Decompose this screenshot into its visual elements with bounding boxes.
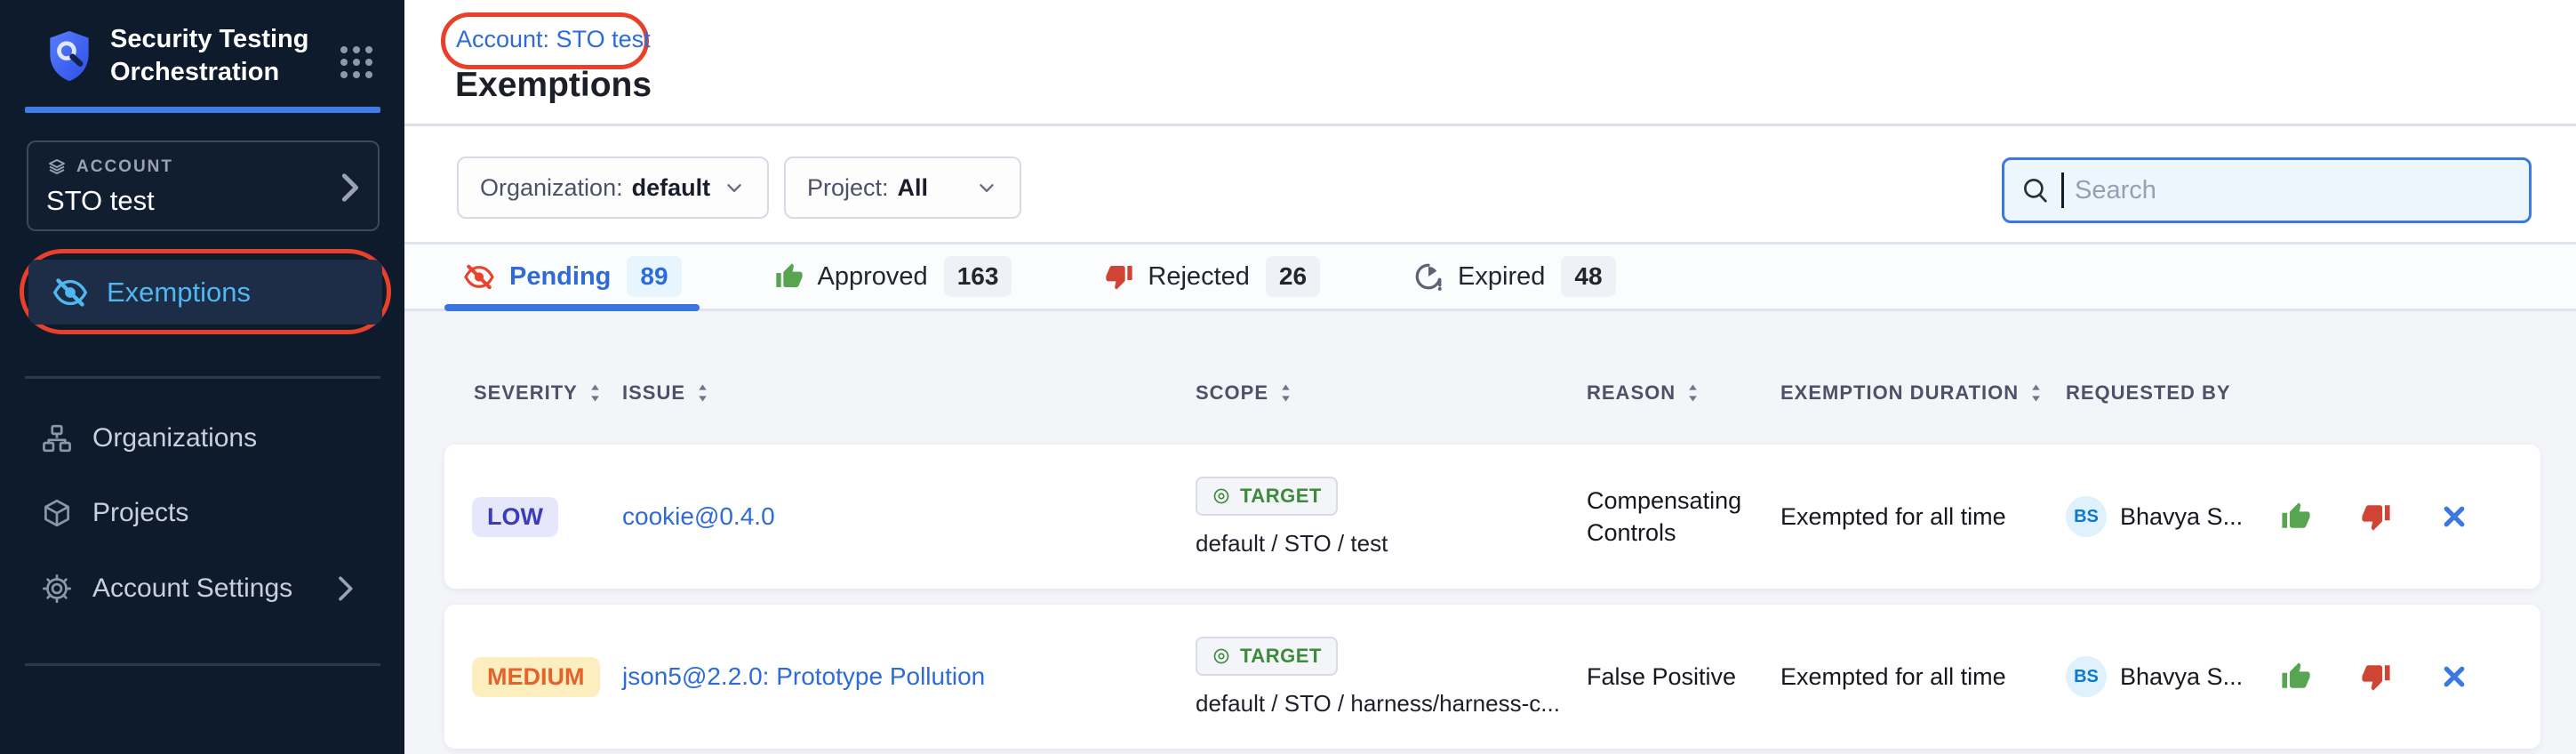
tab-label: Rejected: [1148, 262, 1249, 292]
avatar: BS: [2066, 496, 2107, 537]
column-header-exemption-duration: EXEMPTION DURATION: [1780, 381, 2019, 405]
active-tab-underline: [444, 304, 700, 311]
severity-badge: MEDIUM: [472, 657, 600, 697]
sidebar: Security Testing Orchestration ACCOUNT S…: [0, 0, 404, 754]
sidebar-item-exemptions[interactable]: Exemptions: [28, 260, 382, 325]
sidebar-item-label: Account Settings: [92, 574, 292, 604]
sidebar-divider-top: [25, 376, 380, 379]
scope-type-label: TARGET: [1240, 485, 1322, 508]
sort-icon[interactable]: [1279, 382, 1292, 404]
search-input[interactable]: [2075, 176, 2484, 205]
tab-count-badge: 89: [627, 256, 681, 297]
organization-dropdown-label: Organization:: [480, 174, 623, 202]
search-box[interactable]: [2002, 157, 2532, 223]
organization-dropdown-value: default: [632, 174, 711, 202]
chevron-down-icon: [975, 176, 998, 199]
scope-path: default / STO / harness/harness-c...: [1196, 690, 1560, 718]
column-header-reason: REASON: [1587, 381, 1676, 405]
approve-thumb-up-icon[interactable]: [2281, 662, 2311, 692]
sidebar-item-label: Organizations: [92, 423, 257, 453]
project-dropdown-label: Project:: [807, 174, 889, 202]
eye-slash-icon: [52, 276, 89, 309]
table-row[interactable]: MEDIUM json5@2.2.0: Prototype Pollution …: [444, 605, 2540, 749]
approve-thumb-up-icon[interactable]: [2281, 501, 2311, 532]
gear-icon: [41, 573, 73, 605]
column-header-severity: SEVERITY: [474, 381, 578, 405]
app-logo: Security Testing Orchestration: [46, 23, 324, 89]
column-header-requested-by: REQUESTED BY: [2066, 381, 2231, 405]
scope-path: default / STO / test: [1196, 530, 1388, 557]
table-header-row: SEVERITY ISSUE SCOPE REASON: [444, 375, 2540, 411]
logo-underline: [25, 107, 380, 113]
sort-icon[interactable]: [588, 382, 602, 404]
module-grid-icon[interactable]: [340, 46, 372, 78]
header-divider: [404, 124, 2576, 126]
severity-badge: LOW: [472, 497, 558, 537]
scope-type-label: TARGET: [1240, 645, 1322, 668]
cancel-x-icon[interactable]: [2441, 503, 2468, 530]
issue-link[interactable]: json5@2.2.0: Prototype Pollution: [622, 662, 985, 690]
tab-count-badge: 48: [1561, 256, 1615, 297]
tab-expired[interactable]: Expired 48: [1413, 256, 1615, 297]
thumb-up-icon: [775, 262, 804, 291]
sidebar-item-account-settings[interactable]: Account Settings: [41, 564, 379, 614]
main-content: Account: STO test Exemptions Organizatio…: [404, 0, 2576, 754]
tab-label: Approved: [818, 262, 928, 292]
sort-icon[interactable]: [1686, 382, 1700, 404]
app-title: Security Testing Orchestration: [110, 23, 324, 89]
eye-slash-icon: [463, 262, 495, 292]
chevron-right-icon: [336, 575, 354, 602]
exemption-duration-text: Exempted for all time: [1780, 503, 2066, 531]
column-header-scope: SCOPE: [1196, 381, 1268, 405]
account-scope-card[interactable]: ACCOUNT STO test: [27, 140, 380, 231]
account-scope-label: ACCOUNT: [76, 157, 173, 177]
tab-count-badge: 26: [1266, 256, 1320, 297]
scope-type-badge: TARGET: [1196, 477, 1338, 516]
breadcrumb-account-link[interactable]: Account: STO test: [456, 26, 651, 53]
requested-by-name: Bhavya S...: [2120, 503, 2243, 531]
scope-type-badge: TARGET: [1196, 637, 1338, 676]
shield-search-logo-icon: [46, 28, 92, 84]
search-icon: [2020, 175, 2051, 205]
table-row[interactable]: LOW cookie@0.4.0 TARGET default / STO / …: [444, 445, 2540, 589]
layers-icon: [46, 156, 68, 178]
avatar: BS: [2066, 656, 2107, 697]
tab-label: Expired: [1458, 262, 1545, 292]
text-caret: [2061, 172, 2064, 208]
reject-thumb-down-icon[interactable]: [2361, 501, 2391, 532]
reject-thumb-down-icon[interactable]: [2361, 662, 2391, 692]
cube-icon: [41, 497, 73, 529]
sidebar-item-organizations[interactable]: Organizations: [41, 413, 379, 463]
sort-icon[interactable]: [696, 382, 709, 404]
requested-by-name: Bhavya S...: [2120, 663, 2243, 691]
reason-text: False Positive: [1587, 661, 1780, 693]
org-chart-icon: [41, 422, 73, 454]
project-dropdown[interactable]: Project: All: [784, 156, 1021, 219]
exemptions-table: SEVERITY ISSUE SCOPE REASON: [404, 311, 2576, 754]
tab-pending[interactable]: Pending 89: [463, 256, 682, 297]
chevron-right-icon[interactable]: [339, 172, 360, 203]
cancel-x-icon[interactable]: [2441, 663, 2468, 690]
issue-link[interactable]: cookie@0.4.0: [622, 502, 775, 530]
exemption-status-tabs: Pending 89 Approved 163 Rejected 26: [404, 242, 2576, 311]
account-name: STO test: [46, 185, 360, 217]
chevron-down-icon: [723, 176, 746, 199]
sidebar-item-label: Projects: [92, 498, 188, 528]
page-title: Exemptions: [455, 66, 652, 105]
exemption-duration-text: Exempted for all time: [1780, 663, 2066, 691]
timer-expired-icon: [1413, 261, 1444, 292]
column-header-issue: ISSUE: [622, 381, 685, 405]
tab-count-badge: 163: [944, 256, 1012, 297]
project-dropdown-value: All: [898, 174, 929, 202]
tab-label: Pending: [509, 262, 611, 292]
sidebar-divider-bottom: [25, 663, 380, 666]
tab-approved[interactable]: Approved 163: [775, 256, 1012, 297]
sidebar-item-label: Exemptions: [107, 277, 251, 309]
reason-text: Compensating Controls: [1587, 485, 1780, 549]
tab-rejected[interactable]: Rejected 26: [1105, 256, 1320, 297]
sidebar-item-projects[interactable]: Projects: [41, 488, 379, 538]
sort-icon[interactable]: [2029, 382, 2043, 404]
thumb-down-icon: [1105, 262, 1133, 291]
organization-dropdown[interactable]: Organization: default: [457, 156, 769, 219]
